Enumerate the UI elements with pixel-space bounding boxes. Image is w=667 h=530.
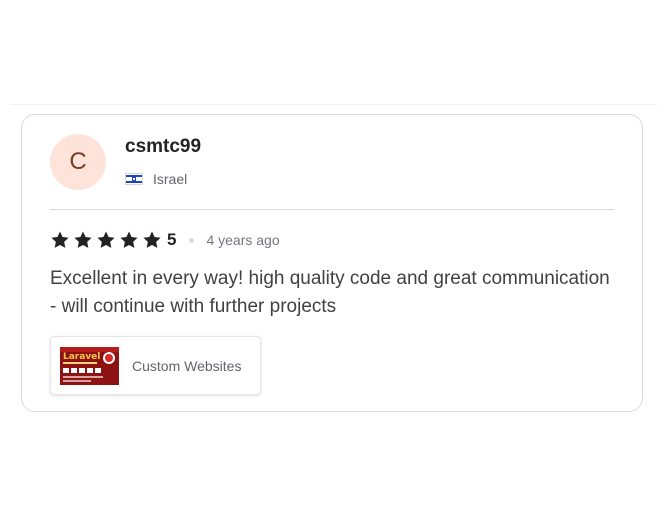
review-card: C csmtc99 Israel 5 4 years ago Excellent…	[21, 114, 643, 412]
gig-thumbnail: Laravel	[60, 346, 119, 385]
star-icon	[51, 231, 69, 248]
rating-value: 5	[167, 230, 177, 249]
separator-dot	[189, 237, 195, 243]
star-icon	[97, 231, 115, 248]
review-time: 4 years ago	[206, 232, 280, 248]
star-icon	[143, 231, 161, 248]
rating-row: 5 4 years ago	[50, 228, 280, 252]
israel-flag-icon	[125, 173, 143, 185]
page-divider	[10, 104, 657, 105]
reviewer-country: Israel	[125, 171, 187, 187]
star-icon	[74, 231, 92, 248]
gig-title: Custom Websites	[132, 357, 242, 374]
reviewer-username[interactable]: csmtc99	[125, 136, 201, 158]
star-icon	[120, 231, 138, 248]
review-divider	[50, 209, 614, 210]
gig-card[interactable]: Laravel Custom Websites	[50, 336, 261, 395]
country-label: Israel	[153, 171, 188, 187]
review-text: Excellent in every way! high quality cod…	[50, 268, 610, 317]
avatar[interactable]: C	[50, 134, 106, 190]
star-rating	[50, 230, 165, 250]
gig-thumbnail-label: Laravel	[63, 352, 100, 362]
